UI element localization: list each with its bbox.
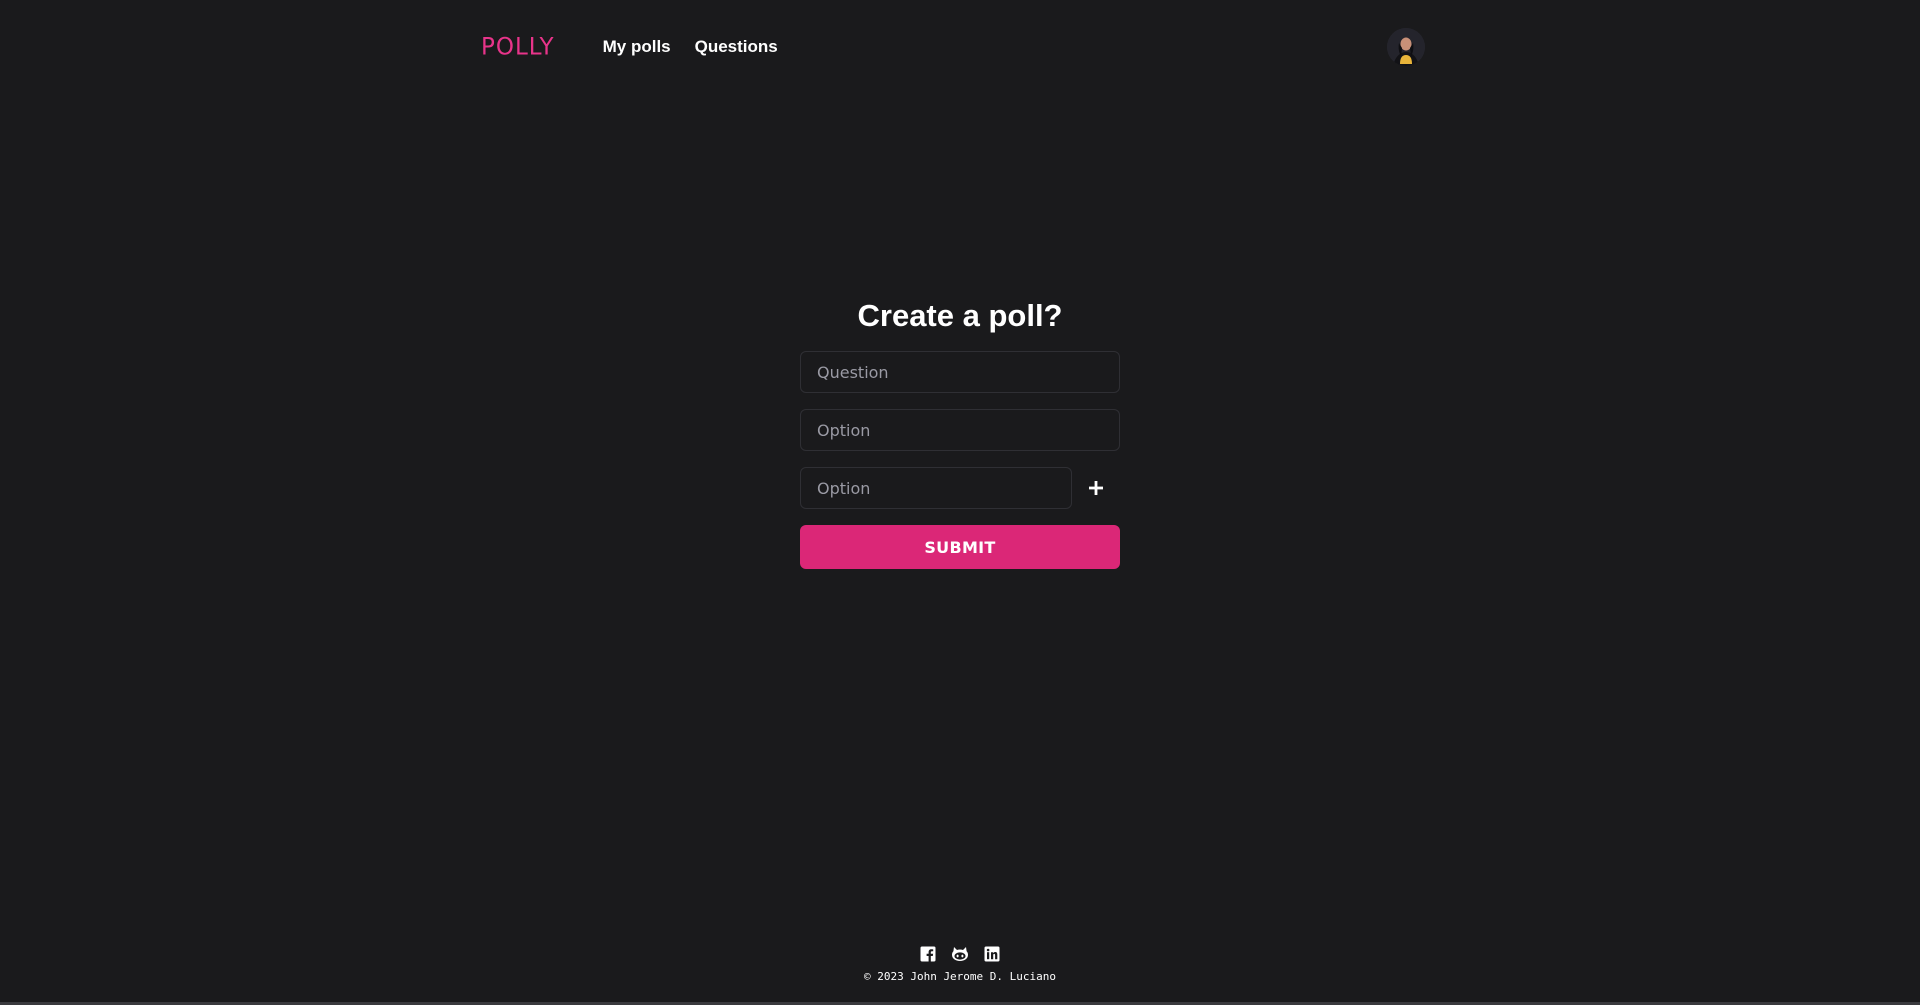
linkedin-icon[interactable] <box>983 945 1001 963</box>
app-logo[interactable]: POLLY <box>481 33 555 60</box>
submit-button[interactable]: SUBMIT <box>800 525 1120 569</box>
facebook-icon[interactable] <box>919 945 937 963</box>
page: POLLY My polls Questions Create a poll? <box>0 0 1920 1005</box>
top-navbar: POLLY My polls Questions <box>480 22 1425 72</box>
add-option-button[interactable] <box>1072 467 1120 509</box>
footer: © 2023 John Jerome D. Luciano <box>0 945 1920 983</box>
social-links <box>0 945 1920 963</box>
plus-icon <box>1089 481 1103 495</box>
avatar-image <box>1387 28 1425 66</box>
page-title: Create a poll? <box>857 298 1063 333</box>
copyright-text: © 2023 John Jerome D. Luciano <box>863 970 1057 983</box>
option-input-2[interactable] <box>800 467 1072 509</box>
option-row <box>800 467 1120 509</box>
user-avatar[interactable] <box>1387 28 1425 66</box>
github-icon[interactable] <box>951 945 969 963</box>
question-input[interactable] <box>800 351 1120 393</box>
create-poll-form: Create a poll? SUBMIT <box>800 295 1120 569</box>
nav-link-questions[interactable]: Questions <box>695 37 778 57</box>
option-input-1[interactable] <box>800 409 1120 451</box>
nav-link-my-polls[interactable]: My polls <box>603 37 671 57</box>
